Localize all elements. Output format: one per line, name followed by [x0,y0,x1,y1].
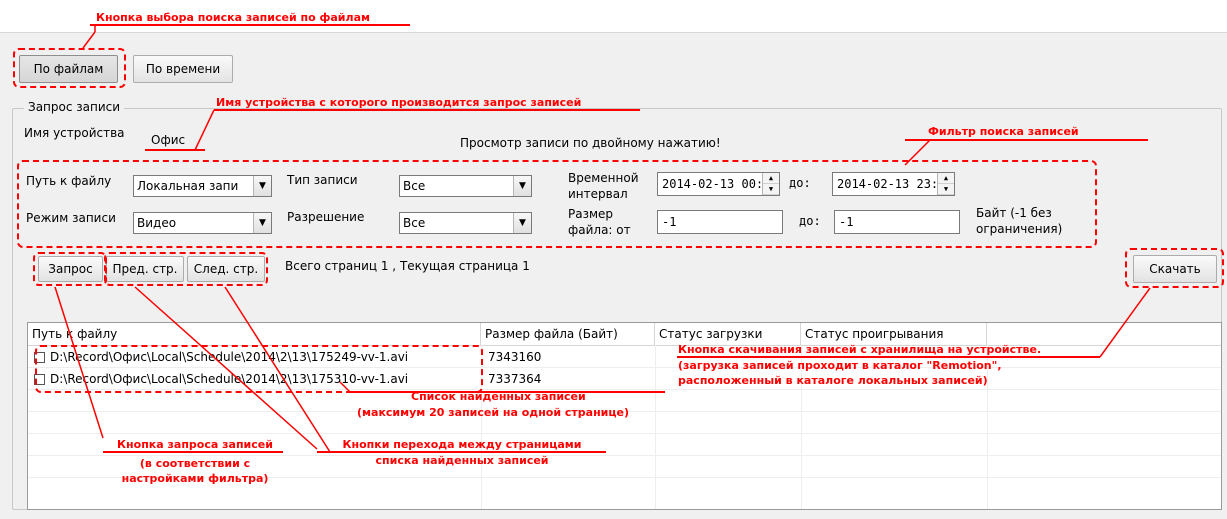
tab-by-time-button[interactable]: По времени [133,55,233,83]
annotation-query-2: (в соответствии с [139,457,251,470]
column-header-size[interactable]: Размер файла (Байт) [481,323,655,345]
annotation-query-1: Кнопка запроса записей [117,438,273,451]
annotation-tab-button: Кнопка выбора поиска записей по файлам [96,11,370,24]
highlight-results-list [35,345,483,393]
page-info: Всего страниц 1 , Текущая страница 1 [285,259,530,273]
row-size: 7343160 [488,350,542,364]
annotation-download-2: (загрузка записей проходит в каталог "Re… [678,359,1002,372]
highlight-download-button [1125,248,1224,288]
device-name-label: Имя устройства [24,126,125,140]
highlight-tab-button [13,48,126,88]
grid-divider [28,433,1221,434]
annotation-query-3: настройками фильтра) [121,472,269,485]
group-title: Запрос записи [24,100,125,114]
annotation-paging-1: Кнопки перехода между страницами [342,438,582,451]
annotation-device-name: Имя устройства с которого производится з… [216,96,582,109]
annotation-download-3: расположенный в каталоге локальных запис… [678,374,988,387]
column-header-path[interactable]: Путь к файлу [28,323,481,345]
table-header: Путь к файлу Размер файла (Байт) Статус … [28,323,1221,346]
double-click-hint: Просмотр записи по двойному нажатию! [460,136,721,150]
highlight-paging-buttons [104,252,268,286]
annotation-download-1: Кнопка скачивания записей с хранилища на… [678,343,1042,356]
annotation-list-1: Список найденных записей [411,390,586,403]
annotation-filter: Фильтр поиска записей [928,125,1079,138]
highlight-filter [17,160,1097,248]
highlight-query-button [33,252,107,286]
device-name-value: Офис [151,133,186,147]
annotation-paging-2: списка найденных записей [375,454,549,467]
row-size: 7337364 [488,372,542,386]
annotation-list-2: (максимум 20 записей на одной странице) [357,406,630,419]
